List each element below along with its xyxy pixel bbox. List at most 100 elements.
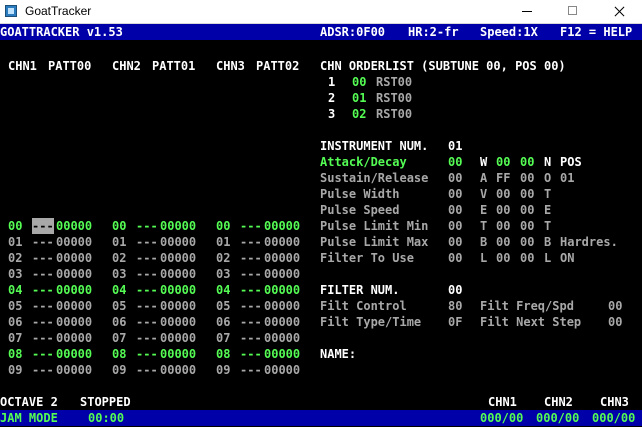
orderlist-command[interactable]: RST00: [376, 74, 412, 90]
pattern-command[interactable]: 00000: [56, 250, 92, 266]
param-value[interactable]: 00: [448, 154, 462, 170]
pattern-row[interactable]: 09 --- 00000 09 --- 00000 09 --- 00000: [0, 362, 642, 378]
instrument-param-row[interactable]: Pulse Width 00 V 00 00 T: [0, 186, 642, 202]
param-value[interactable]: 00: [448, 170, 462, 186]
pattern-note[interactable]: ---: [136, 298, 158, 314]
pattern-command[interactable]: 00000: [264, 314, 300, 330]
pattern-command[interactable]: 00000: [264, 298, 300, 314]
pattern-note[interactable]: ---: [136, 282, 158, 298]
pattern-note[interactable]: ---: [136, 218, 158, 234]
pattern-note[interactable]: ---: [32, 250, 54, 266]
pattern-command[interactable]: 00000: [160, 330, 196, 346]
pattern-command[interactable]: 00000: [264, 346, 300, 362]
pattern-command[interactable]: 00000: [56, 234, 92, 250]
instrument-param-row[interactable]: Pulse Speed 00 E 00 00 E: [0, 202, 642, 218]
pattern-note[interactable]: ---: [240, 346, 262, 362]
orderlist-command[interactable]: RST00: [376, 106, 412, 122]
close-button[interactable]: [596, 0, 642, 23]
channel-1-pattern[interactable]: PATT00: [48, 58, 91, 74]
pattern-note[interactable]: ---: [32, 266, 54, 282]
pattern-note[interactable]: ---: [32, 282, 54, 298]
orderlist-command[interactable]: RST00: [376, 90, 412, 106]
pattern-note[interactable]: ---: [240, 330, 262, 346]
pattern-command[interactable]: 00000: [56, 330, 92, 346]
pattern-note[interactable]: ---: [32, 330, 54, 346]
table-value[interactable]: 00: [496, 202, 510, 218]
pattern-command[interactable]: 00000: [56, 282, 92, 298]
window-titlebar[interactable]: GoatTracker: [0, 0, 642, 24]
pattern-command[interactable]: 00000: [264, 282, 300, 298]
pattern-note[interactable]: ---: [240, 218, 262, 234]
pattern-command[interactable]: 00000: [264, 266, 300, 282]
pattern-command[interactable]: 00000: [264, 234, 300, 250]
tracker-screen[interactable]: GOATTRACKER v1.53 ADSR:0F00 HR:2-fr Spee…: [0, 24, 642, 427]
pattern-note[interactable]: ---: [240, 298, 262, 314]
pattern-note[interactable]: ---: [240, 234, 262, 250]
pattern-row[interactable]: 04 --- 00000 04 --- 00000 04 --- 00000: [0, 282, 642, 298]
pattern-command[interactable]: 00000: [264, 362, 300, 378]
pattern-command[interactable]: 00000: [160, 250, 196, 266]
minimize-button[interactable]: [504, 0, 550, 23]
maximize-button[interactable]: [550, 0, 596, 23]
pattern-command[interactable]: 00000: [160, 234, 196, 250]
pattern-command[interactable]: 00000: [56, 346, 92, 362]
pattern-note[interactable]: ---: [240, 250, 262, 266]
pattern-command[interactable]: 00000: [264, 250, 300, 266]
pattern-command[interactable]: 00000: [56, 218, 92, 234]
pattern-note[interactable]: ---: [32, 346, 54, 362]
pattern-command[interactable]: 00000: [56, 314, 92, 330]
pattern-note[interactable]: ---: [136, 234, 158, 250]
pattern-command[interactable]: 00000: [160, 266, 196, 282]
pattern-row[interactable]: 03 --- 00000 03 --- 00000 03 --- 00000: [0, 266, 642, 282]
param-value[interactable]: 00: [448, 202, 462, 218]
table-value[interactable]: 00: [520, 202, 534, 218]
pattern-row[interactable]: 06 --- 00000 06 --- 00000 06 --- 00000: [0, 314, 642, 330]
pattern-command[interactable]: 00000: [264, 218, 300, 234]
pattern-command[interactable]: 00000: [160, 346, 196, 362]
pattern-cursor[interactable]: ---: [32, 218, 54, 234]
pattern-row[interactable]: 07 --- 00000 07 --- 00000 07 --- 00000: [0, 330, 642, 346]
pattern-note[interactable]: ---: [136, 314, 158, 330]
pattern-note[interactable]: ---: [240, 314, 262, 330]
pattern-command[interactable]: 00000: [160, 282, 196, 298]
orderlist-row[interactable]: 1 00 RST00: [0, 74, 642, 90]
pattern-note[interactable]: ---: [136, 266, 158, 282]
pattern-command[interactable]: 00000: [56, 362, 92, 378]
pattern-note[interactable]: ---: [240, 282, 262, 298]
param-value[interactable]: 00: [448, 186, 462, 202]
pattern-command[interactable]: 00000: [160, 298, 196, 314]
orderlist-row[interactable]: 2 01 RST00: [0, 90, 642, 106]
pattern-note[interactable]: ---: [32, 234, 54, 250]
pattern-note[interactable]: ---: [136, 330, 158, 346]
pattern-command[interactable]: 00000: [160, 218, 196, 234]
instrument-param-row[interactable]: Attack/Decay 00 W 00 00 N POS: [0, 154, 642, 170]
pattern-note[interactable]: ---: [136, 250, 158, 266]
channel-2-pattern[interactable]: PATT01: [152, 58, 195, 74]
table-value[interactable]: 00: [520, 154, 534, 170]
pattern-note[interactable]: ---: [32, 314, 54, 330]
instrument-number[interactable]: 01: [448, 138, 462, 154]
pattern-note[interactable]: ---: [32, 298, 54, 314]
pattern-command[interactable]: 00000: [56, 298, 92, 314]
pattern-command[interactable]: 00000: [56, 266, 92, 282]
pattern-row[interactable]: 05 --- 00000 05 --- 00000 05 --- 00000: [0, 298, 642, 314]
table-value[interactable]: FF: [496, 170, 510, 186]
orderlist-pattern[interactable]: 01: [352, 90, 366, 106]
table-value[interactable]: 00: [496, 154, 510, 170]
orderlist-pattern[interactable]: 00: [352, 74, 366, 90]
pattern-note[interactable]: ---: [136, 346, 158, 362]
pattern-row[interactable]: 01 --- 00000 01 --- 00000 01 --- 00000: [0, 234, 642, 250]
table-value[interactable]: 00: [496, 186, 510, 202]
pattern-row[interactable]: 08 --- 00000 08 --- 00000 08 --- 00000: [0, 346, 642, 362]
table-value[interactable]: 00: [520, 186, 534, 202]
pattern-note[interactable]: ---: [240, 266, 262, 282]
pattern-note[interactable]: ---: [136, 362, 158, 378]
pattern-row[interactable]: 02 --- 00000 02 --- 00000 02 --- 00000: [0, 250, 642, 266]
pattern-note[interactable]: ---: [32, 362, 54, 378]
pattern-command[interactable]: 00000: [264, 330, 300, 346]
pattern-command[interactable]: 00000: [160, 314, 196, 330]
pattern-row[interactable]: 00 --- 00000 00 --- 00000 00 --- 00000: [0, 218, 642, 234]
instrument-param-row[interactable]: Sustain/Release 00 A FF 00 O 01: [0, 170, 642, 186]
pattern-note[interactable]: ---: [240, 362, 262, 378]
orderlist-row[interactable]: 3 02 RST00: [0, 106, 642, 122]
